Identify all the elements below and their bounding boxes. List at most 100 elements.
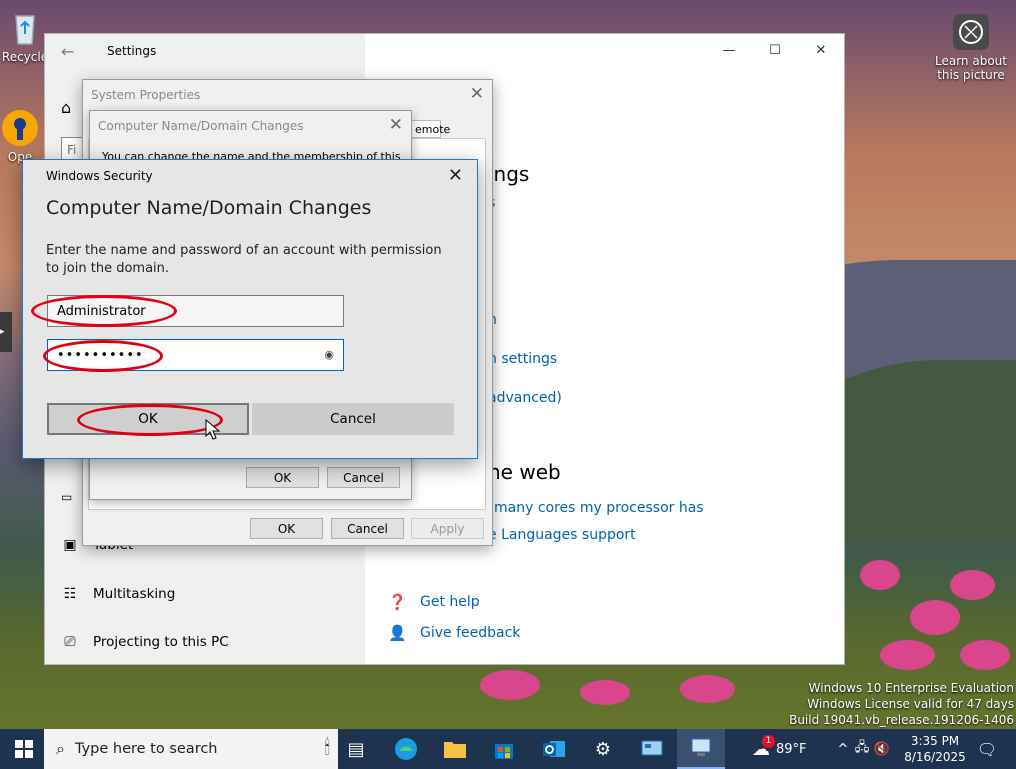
tablet-icon: ▣ (63, 537, 77, 553)
taskbar-search-placeholder: Type here to search (74, 741, 218, 757)
gear-icon: ⚙ (594, 738, 612, 760)
computer-icon (691, 738, 711, 756)
windows-security-title: Windows Security (46, 169, 153, 183)
wallpaper-flower (680, 675, 735, 703)
clock-date: 8/16/2025 (904, 750, 966, 764)
system-properties-title: System Properties (91, 88, 201, 102)
password-value: •••••••••• (57, 347, 144, 363)
search-icon: ⌕ (56, 739, 65, 758)
get-help-link[interactable]: Get help (420, 594, 480, 610)
recycle-bin-label: Recycle (1, 50, 49, 64)
side-handle[interactable]: ▸ (0, 312, 12, 352)
sidebar-item-label: Multitasking (93, 586, 176, 602)
recycle-bin-icon (5, 8, 45, 48)
clock-time: 3:35 PM (910, 734, 960, 748)
learn-about-picture-shortcut[interactable]: Learn about this picture (934, 12, 1008, 82)
weather-temperature: 89°F (776, 741, 807, 757)
password-input[interactable]: •••••••••• ◉ (47, 339, 344, 371)
computer-name-dialog-title: Computer Name/Domain Changes (98, 119, 304, 133)
learn-label-line1: Learn about (935, 54, 1007, 68)
computer-name-ok-button[interactable]: OK (246, 467, 319, 488)
recycle-bin-shortcut[interactable]: Recycle (0, 8, 50, 64)
wallpaper-flower (480, 670, 540, 700)
taskbar: ⌕ Type here to search 🕯 ▤ ⚙ ☁ 1 89°F ^ 🖧 … (0, 729, 1016, 769)
sidebar-item-multitasking[interactable]: ☷ Multitasking (61, 586, 176, 602)
back-arrow-icon[interactable]: ← (61, 42, 74, 61)
sidebar-item-projecting[interactable]: ⎚ Projecting to this PC (61, 634, 229, 650)
windows-security-close-button[interactable]: ✕ (448, 165, 463, 186)
network-icon[interactable]: 🖧 (852, 738, 872, 760)
system-properties-ok-button[interactable]: OK (250, 518, 323, 539)
wallpaper-flower (880, 640, 935, 670)
camera-icon (951, 12, 991, 52)
give-feedback-icon: 👤 (388, 624, 407, 642)
weather-widget[interactable]: ☁ 1 89°F (752, 729, 807, 769)
watermark-line: Build 19041.vb_release.191206-1406 (789, 713, 1014, 727)
search-highlight-icon: 🕯 (324, 735, 330, 759)
maximize-button[interactable]: ☐ (752, 34, 798, 66)
system-properties-cancel-button[interactable]: Cancel (331, 518, 404, 539)
section-heading-settings: ings (488, 162, 530, 186)
watermark-line: Windows License valid for 47 days (807, 697, 1014, 711)
wallpaper-flower (910, 600, 960, 635)
windows-security-taskbar-button[interactable] (677, 729, 725, 769)
learn-label-line2: this picture (937, 68, 1005, 82)
system-properties-taskbar-button[interactable] (628, 729, 676, 769)
taskbar-search-box[interactable]: ⌕ Type here to search 🕯 (44, 729, 338, 769)
windows-logo-icon (15, 740, 33, 758)
start-button[interactable] (0, 729, 48, 769)
task-view-icon: ▤ (347, 738, 365, 760)
windows-security-cancel-button[interactable]: Cancel (252, 403, 454, 435)
wallpaper-flower (950, 570, 995, 600)
home-icon[interactable]: ⌂ (61, 98, 71, 117)
edge-icon (395, 738, 417, 760)
section-heading-web: he web (488, 460, 561, 484)
username-input[interactable]: Administrator (47, 295, 344, 327)
file-explorer-button[interactable] (431, 729, 479, 769)
settings-window-controls: — ☐ ✕ (706, 34, 844, 66)
control-panel-icon (641, 740, 663, 756)
cloud-icon: ☁ 1 (752, 734, 775, 760)
computer-name-cancel-button[interactable]: Cancel (327, 467, 400, 488)
system-properties-apply-button[interactable]: Apply (411, 518, 484, 539)
show-hidden-icons-chevron-icon[interactable]: ^ (834, 742, 852, 757)
sidebar-item-label: Projecting to this PC (93, 634, 229, 650)
windows-security-dialog: Windows Security ✕ Computer Name/Domain … (22, 159, 478, 459)
task-view-button[interactable]: ▤ (332, 729, 380, 769)
reveal-password-icon[interactable]: ◉ (324, 348, 335, 361)
projecting-icon: ⎚ (64, 634, 76, 650)
help-link-languages[interactable]: e Languages support (488, 527, 636, 543)
system-tray: ^ 🖧 🔇 (834, 729, 892, 769)
open-shortcut[interactable]: Ope (0, 108, 40, 164)
folder-icon (444, 742, 466, 758)
wallpaper-flower (960, 640, 1010, 670)
volume-muted-icon[interactable]: 🔇 (872, 742, 892, 757)
storage-icon: ▭ (61, 490, 73, 504)
keyhole-icon (0, 108, 40, 148)
settings-taskbar-button[interactable]: ⚙ (579, 729, 627, 769)
windows-security-heading: Computer Name/Domain Changes (46, 197, 372, 219)
outlook-button[interactable] (530, 729, 578, 769)
windows-watermark: Windows 10 Enterprise Evaluation Windows… (789, 680, 1014, 728)
related-link-4[interactable]: advanced) (488, 390, 562, 406)
settings-title: Settings (107, 44, 157, 58)
related-link-3[interactable]: n settings (488, 351, 557, 367)
wallpaper-flower (580, 680, 630, 705)
give-feedback-link[interactable]: Give feedback (420, 625, 520, 641)
edge-button[interactable] (382, 729, 430, 769)
clock[interactable]: 3:35 PM 8/16/2025 (904, 729, 966, 769)
multitasking-icon: ☷ (63, 586, 77, 602)
action-center-button[interactable]: 🗨 (972, 729, 1002, 769)
mouse-cursor-icon (205, 419, 221, 440)
store-button[interactable] (480, 729, 528, 769)
minimize-button[interactable]: — (706, 34, 752, 66)
wallpaper-flower (860, 560, 900, 590)
windows-security-message: Enter the name and password of an accoun… (46, 243, 442, 276)
outlook-icon (543, 741, 565, 757)
close-button[interactable]: ✕ (798, 34, 844, 66)
help-link-cores[interactable]: many cores my processor has (494, 500, 704, 516)
computer-name-dialog-close-button[interactable]: ✕ (389, 115, 403, 135)
system-properties-close-button[interactable]: ✕ (470, 84, 484, 104)
tab-remote[interactable]: emote (411, 120, 450, 138)
weather-badge: 1 (762, 734, 775, 748)
